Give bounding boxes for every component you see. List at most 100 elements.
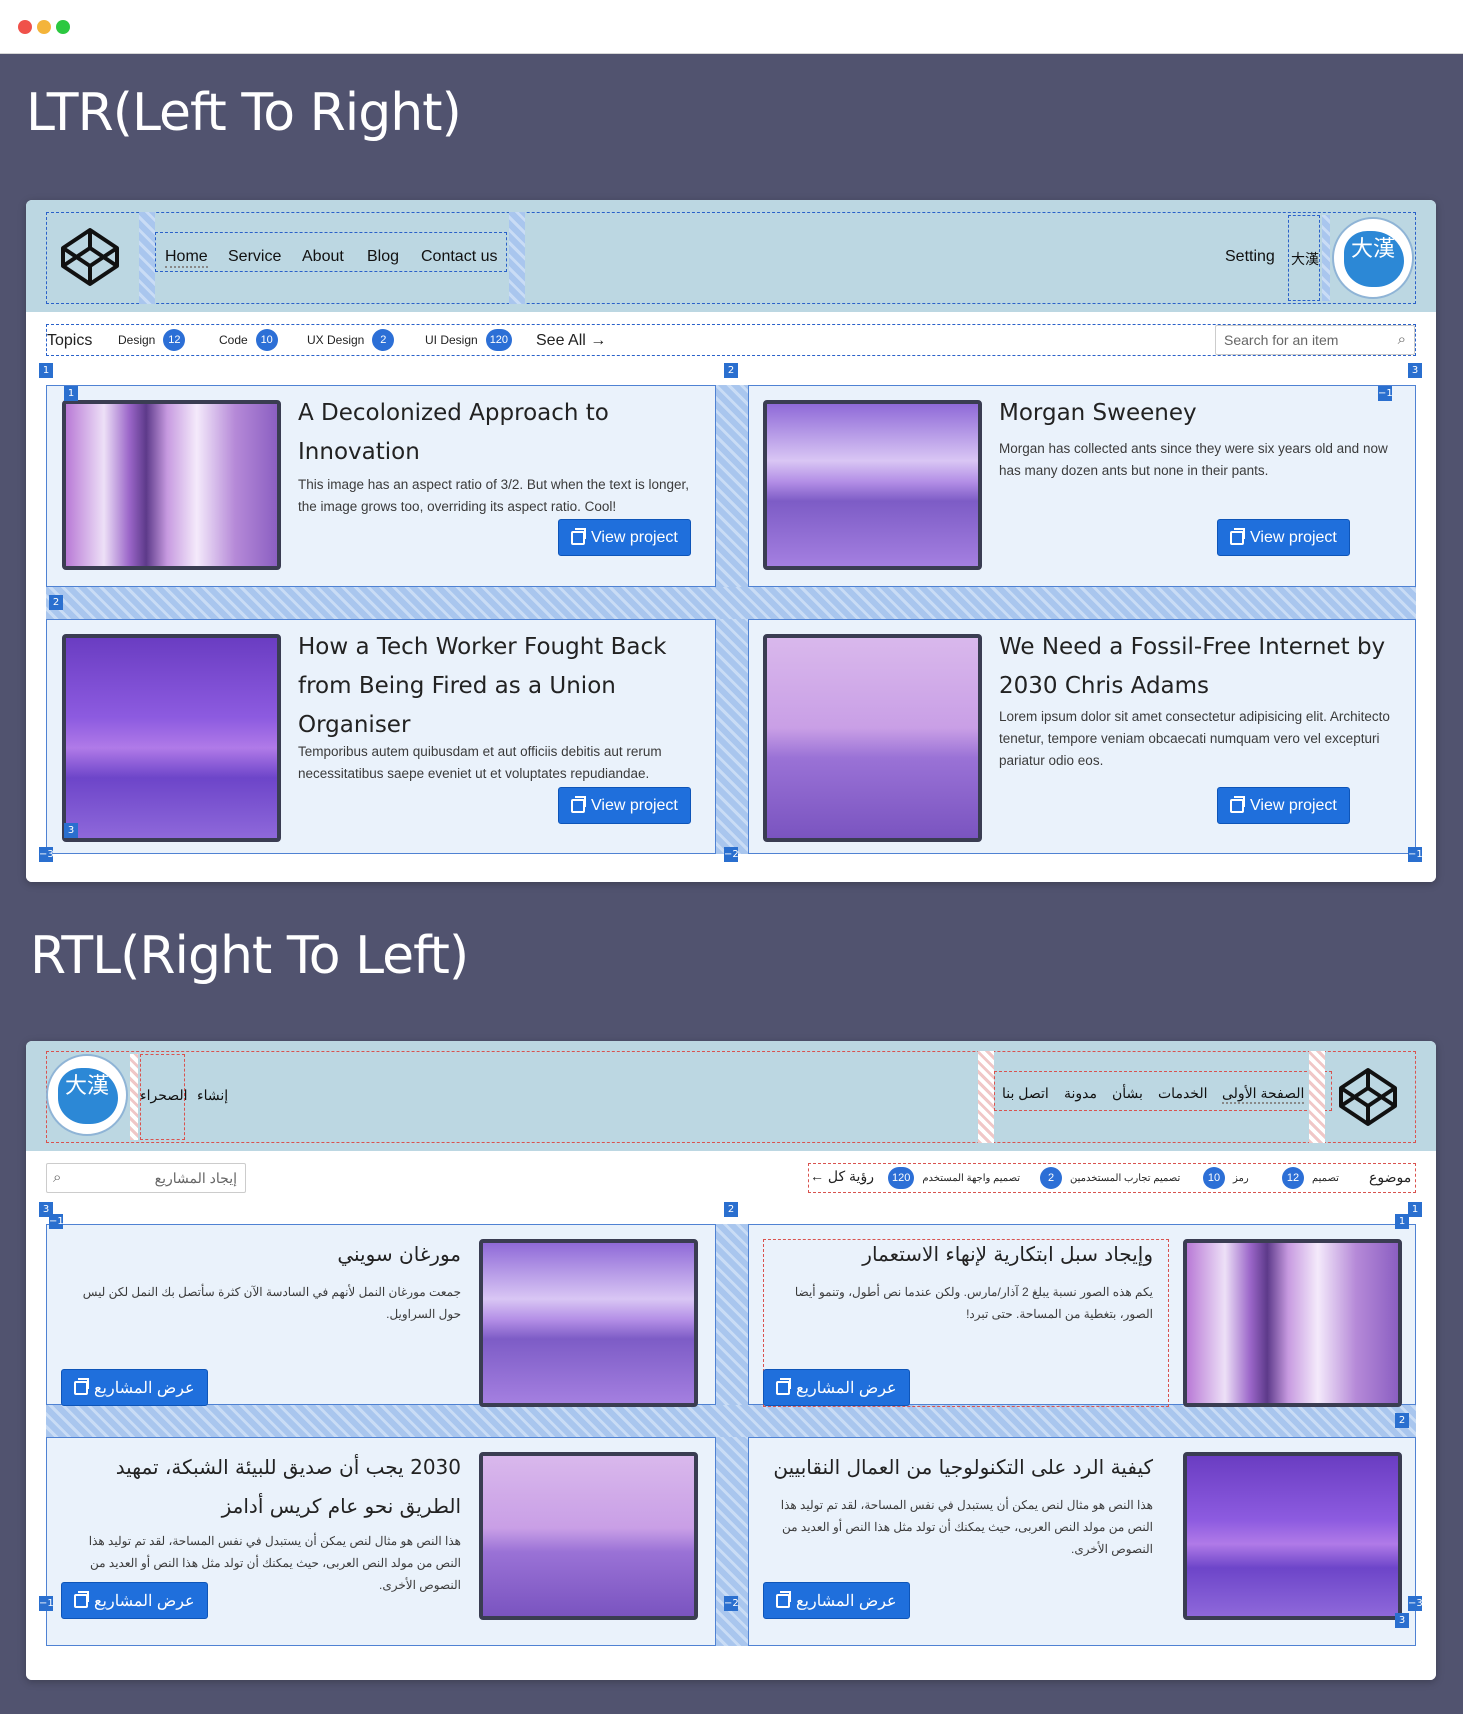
chip-count-badge: 2 [372, 329, 395, 351]
see-all-link[interactable]: See All → [536, 332, 606, 350]
search-input[interactable]: ⌕ إيجاد المشاريع [46, 1163, 246, 1193]
grid-line-marker: 2 [1395, 1413, 1409, 1428]
external-link-icon [776, 1590, 791, 1608]
rtl-gap-hatch [1309, 1051, 1325, 1143]
grid-line-marker: −1 [49, 1214, 64, 1229]
card-title: How a Tech Worker Fought Back from Being… [298, 634, 667, 738]
ltr-topics-bar: Topics Design 12 Code 10 UX Design 2 UI Des… [26, 312, 1436, 360]
maximize-window-button[interactable] [56, 20, 70, 34]
avatar[interactable]: 大漢 [1332, 217, 1414, 299]
minimize-window-button[interactable] [37, 20, 51, 34]
project-card: We Need a Fossil-Free Internet by 2030 C… [748, 619, 1416, 854]
view-project-button[interactable]: View project [1217, 519, 1350, 556]
rtl-topics-bar: ⌕ إيجاد المشاريع ← رؤية كل 120 تصميم واجهة… [26, 1151, 1436, 1199]
project-image [1183, 1452, 1402, 1620]
grid-line-marker: 2 [724, 363, 738, 378]
topics-label: موضوع [1369, 1169, 1412, 1185]
external-link-icon [776, 1377, 791, 1395]
topic-chip-ux-design[interactable]: 2 تصميم تجارب المستخدمين [1040, 1165, 1180, 1191]
avatar-glyph: 大漢 [64, 1073, 109, 1098]
nav-about[interactable]: About [302, 248, 344, 266]
view-project-button[interactable]: عرض المشاريع [61, 1369, 208, 1406]
codepen-logo-icon[interactable] [1337, 1066, 1399, 1128]
card-description: Morgan has collected ants since they wer… [999, 441, 1388, 478]
nav-about[interactable]: بشأن [1112, 1085, 1143, 1102]
topic-chip-code[interactable]: 10 رمز [1203, 1165, 1249, 1191]
button-label: عرض المشاريع [796, 1379, 897, 1397]
project-card: كيفية الرد على التكنولوجيا من العمال الن… [748, 1437, 1416, 1646]
nav-home[interactable]: Home [165, 248, 208, 268]
chip-label: Design [118, 333, 156, 347]
view-project-button[interactable]: عرض المشاريع [763, 1582, 910, 1619]
grid-line-marker: 2 [49, 595, 63, 610]
topic-chip-ux-design[interactable]: UX Design 2 [307, 327, 395, 353]
nav-contact[interactable]: Contact us [421, 248, 497, 266]
chip-label: تصميم تجارب المستخدمين [1070, 1172, 1181, 1184]
project-image [62, 634, 281, 842]
avatar[interactable]: 大漢 [46, 1054, 128, 1136]
project-image [763, 400, 982, 570]
card-title: Morgan Sweeney [999, 400, 1197, 426]
topics-label: Topics [47, 332, 93, 349]
nav-home[interactable]: الصفحة الأولى [1222, 1085, 1305, 1104]
grid-line-marker: −3 [39, 847, 54, 862]
grid-line-marker: 1 [39, 363, 53, 378]
ltr-gap-hatch [1322, 215, 1330, 301]
grid-line-marker: 1 [64, 386, 78, 401]
nav-contact[interactable]: اتصل بنا [1002, 1085, 1049, 1102]
view-project-button[interactable]: عرض المشاريع [763, 1369, 910, 1406]
search-placeholder: Search for an item [1224, 332, 1339, 348]
button-label: View project [591, 528, 678, 546]
project-image [763, 634, 982, 842]
topic-chip-design[interactable]: Design 12 [118, 327, 186, 353]
topic-chip-ui-design[interactable]: 120 تصميم واجهة المستخدم [888, 1165, 1020, 1191]
button-label: عرض المشاريع [796, 1592, 897, 1610]
close-window-button[interactable] [18, 20, 32, 34]
setting-link[interactable]: إنشاء [197, 1087, 228, 1104]
topic-chip-design[interactable]: 12 تصميم [1282, 1165, 1339, 1191]
grid-line-marker: 3 [64, 823, 78, 838]
language-switcher[interactable]: الصحراء [140, 1087, 188, 1104]
nav-blog[interactable]: مدونة [1064, 1085, 1097, 1102]
project-card: مورغان سويني جمعت مورغان النمل لأنهم في … [46, 1224, 716, 1407]
project-image [62, 400, 281, 570]
card-title: 2030 يجب أن صديق للبيئة الشبكة، تمهيد ال… [115, 1455, 461, 1518]
search-input[interactable]: Search for an item ⌕ [1215, 325, 1415, 355]
nav-blog[interactable]: Blog [367, 248, 399, 266]
see-all-label: See All [536, 332, 586, 349]
card-description: Lorem ipsum dolor sit amet consectetur a… [999, 709, 1390, 768]
chip-label: UI Design [425, 333, 478, 347]
topic-chip-code[interactable]: Code 10 [219, 327, 278, 353]
search-placeholder: إيجاد المشاريع [154, 1169, 237, 1186]
view-project-button[interactable]: View project [558, 519, 691, 556]
language-switcher[interactable]: 大漢 [1291, 249, 1319, 269]
card-title: مورغان سويني [337, 1242, 461, 1266]
button-label: View project [1250, 796, 1337, 814]
topic-chip-ui-design[interactable]: UI Design 120 [425, 327, 513, 353]
chip-count-badge: 10 [1203, 1167, 1225, 1189]
arrow-right-icon: → [590, 332, 607, 349]
external-link-icon [74, 1377, 89, 1395]
view-project-button[interactable]: View project [1217, 787, 1350, 824]
arrow-left-icon: ← [810, 1168, 824, 1184]
project-card: How a Tech Worker Fought Back from Being… [46, 619, 716, 854]
view-project-button[interactable]: عرض المشاريع [61, 1582, 208, 1619]
grid-line-marker: 1 [1395, 1214, 1409, 1229]
project-card: Morgan Sweeney Morgan has collected ants… [748, 385, 1416, 587]
grid-line-marker: 1 [1408, 1202, 1422, 1217]
ltr-gap-hatch [139, 212, 155, 304]
codepen-logo-icon[interactable] [59, 226, 121, 288]
rtl-gap-hatch [130, 1054, 138, 1140]
chip-count-badge: 120 [888, 1167, 915, 1189]
ltr-card-grid: A Decolonized Approach to Innovation Thi… [26, 360, 1436, 882]
setting-link[interactable]: Setting [1225, 248, 1275, 266]
project-image [1183, 1239, 1402, 1407]
nav-service[interactable]: الخدمات [1158, 1085, 1208, 1102]
see-all-link[interactable]: ← رؤية كل [810, 1168, 874, 1185]
view-project-button[interactable]: View project [558, 787, 691, 824]
search-icon: ⌕ [1397, 331, 1406, 348]
project-card: وإيجاد سبل ابتكارية لإنهاء الاستعمار يكم… [748, 1224, 1416, 1407]
ltr-header: Home Service About Blog Contact us Setti… [26, 200, 1436, 312]
button-label: عرض المشاريع [94, 1592, 195, 1610]
nav-service[interactable]: Service [228, 248, 281, 266]
